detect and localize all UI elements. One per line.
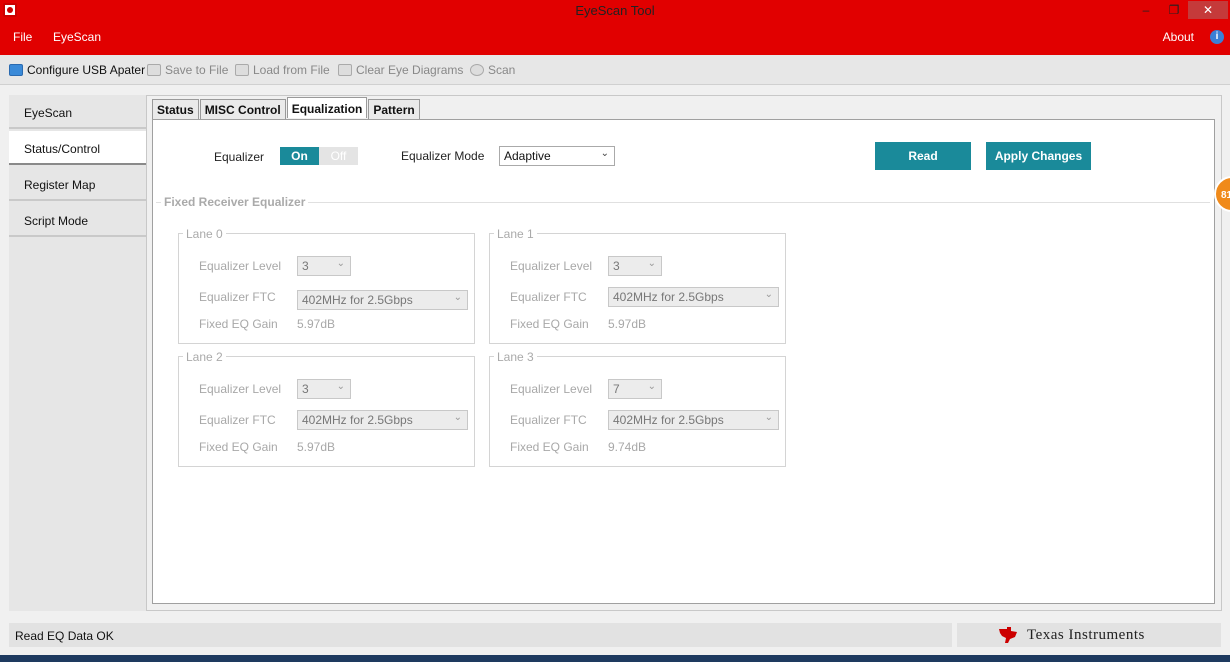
lane-0-level-select[interactable]: 3 ⌄: [297, 256, 351, 276]
lane-3-gain-value: 9.74dB: [608, 440, 647, 454]
lane-3-title: Lane 3: [494, 350, 537, 364]
lane-2-level-value: 3: [302, 382, 309, 396]
ti-branding: Texas Instruments: [957, 623, 1221, 647]
lane-2-ftc-label: Equalizer FTC: [199, 413, 276, 427]
save-to-file-button[interactable]: Save to File: [147, 63, 228, 77]
title-bar: EyeScan Tool – ❐ ✕: [0, 0, 1230, 21]
lane-1-gain-value: 5.97dB: [608, 317, 647, 331]
window-title: EyeScan Tool: [575, 3, 655, 18]
chevron-down-icon: ⌄: [764, 289, 773, 300]
chevron-down-icon: ⌄: [600, 148, 609, 159]
lane-3-level-value: 7: [613, 382, 620, 396]
lane-2-gain-value: 5.97dB: [297, 440, 336, 454]
equalizer-off[interactable]: Off: [319, 147, 358, 165]
clear-label: Clear Eye Diagrams: [356, 63, 464, 77]
lane-0-level-value: 3: [302, 259, 309, 273]
lane-2-level-label: Equalizer Level: [199, 382, 282, 396]
configure-usb-label: Configure USB Apater: [27, 63, 146, 77]
status-bar: Read EQ Data OK: [9, 623, 952, 647]
chevron-down-icon: ⌄: [647, 258, 656, 269]
os-taskbar: [0, 655, 1230, 662]
save-label: Save to File: [165, 63, 229, 77]
info-icon[interactable]: i: [1210, 30, 1224, 44]
lane-2-title: Lane 2: [183, 350, 226, 364]
menu-eyescan[interactable]: EyeScan: [53, 30, 101, 44]
restore-button[interactable]: ❐: [1160, 1, 1188, 19]
tab-status[interactable]: Status: [152, 99, 199, 119]
toolbar: Configure USB Apater Save to File Load f…: [0, 55, 1230, 85]
tab-misc-control[interactable]: MISC Control: [199, 99, 286, 119]
lane-2-gain-label: Fixed EQ Gain: [199, 440, 278, 454]
lane-1-level-value: 3: [613, 259, 620, 273]
lane-0-level-label: Equalizer Level: [199, 259, 282, 273]
chevron-down-icon: ⌄: [647, 381, 656, 392]
read-button[interactable]: Read: [875, 142, 971, 170]
lane-0-ftc-select[interactable]: 402MHz for 2.5Gbps ⌄: [297, 290, 468, 310]
scan-button[interactable]: Scan: [470, 63, 515, 77]
save-icon: [147, 64, 161, 76]
usb-adapter-icon: [9, 64, 23, 76]
equalizer-mode-label: Equalizer Mode: [401, 149, 485, 163]
eraser-icon: [338, 64, 352, 76]
apply-changes-button[interactable]: Apply Changes: [986, 142, 1091, 170]
about-link[interactable]: About: [1163, 30, 1194, 44]
menu-bar: File EyeScan About i: [0, 21, 1230, 55]
lane-1-title: Lane 1: [494, 227, 537, 241]
ti-logo-icon: [999, 627, 1017, 643]
fixed-receiver-equalizer-title: Fixed Receiver Equalizer: [161, 195, 309, 209]
lane-1-ftc-select[interactable]: 402MHz for 2.5Gbps ⌄: [608, 287, 779, 307]
ti-brand-name: Texas Instruments: [1027, 627, 1145, 643]
tab-pattern[interactable]: Pattern: [368, 99, 420, 119]
lane-3-ftc-label: Equalizer FTC: [510, 413, 587, 427]
lane-0-title: Lane 0: [183, 227, 226, 241]
equalizer-mode-select[interactable]: Adaptive ⌄: [499, 146, 615, 166]
equalizer-on[interactable]: On: [280, 147, 319, 165]
lane-1-ftc-value: 402MHz for 2.5Gbps: [613, 290, 724, 304]
lane-3-gain-label: Fixed EQ Gain: [510, 440, 589, 454]
load-label: Load from File: [253, 63, 330, 77]
nav-item-eyescan[interactable]: EyeScan: [9, 95, 146, 129]
load-from-file-button[interactable]: Load from File: [235, 63, 330, 77]
tab-strip: Status MISC Control Equalization Pattern: [152, 97, 421, 119]
lane-3-ftc-value: 402MHz for 2.5Gbps: [613, 413, 724, 427]
equalizer-label: Equalizer: [214, 150, 265, 164]
nav-item-status-control[interactable]: Status/Control: [9, 131, 146, 165]
chevron-down-icon: ⌄: [336, 381, 345, 392]
tab-equalization[interactable]: Equalization: [286, 97, 368, 118]
lane-3-level-label: Equalizer Level: [510, 382, 593, 396]
left-nav: EyeScan Status/Control Register Map Scri…: [9, 95, 146, 611]
equalizer-mode-value: Adaptive: [504, 149, 551, 163]
lane-0-ftc-label: Equalizer FTC: [199, 290, 276, 304]
lane-1-level-select[interactable]: 3 ⌄: [608, 256, 662, 276]
equalizer-toggle[interactable]: On Off: [280, 147, 358, 165]
menu-file[interactable]: File: [13, 30, 32, 44]
chevron-down-icon: ⌄: [336, 258, 345, 269]
configure-usb-button[interactable]: Configure USB Apater: [9, 63, 145, 77]
chevron-down-icon: ⌄: [764, 412, 773, 423]
lane-2-ftc-value: 402MHz for 2.5Gbps: [302, 413, 413, 427]
chevron-down-icon: ⌄: [453, 412, 462, 423]
lane-0-gain-value: 5.97dB: [297, 317, 336, 331]
scan-label: Scan: [488, 63, 516, 77]
minimize-button[interactable]: –: [1132, 1, 1160, 19]
lane-1-ftc-label: Equalizer FTC: [510, 290, 587, 304]
close-button[interactable]: ✕: [1188, 1, 1228, 19]
play-icon: [470, 64, 484, 76]
lane-3-ftc-select[interactable]: 402MHz for 2.5Gbps ⌄: [608, 410, 779, 430]
lane-2-ftc-select[interactable]: 402MHz for 2.5Gbps ⌄: [297, 410, 468, 430]
lane-3-level-select[interactable]: 7 ⌄: [608, 379, 662, 399]
lane-1-level-label: Equalizer Level: [510, 259, 593, 273]
lane-0-gain-label: Fixed EQ Gain: [199, 317, 278, 331]
clear-eye-diagrams-button[interactable]: Clear Eye Diagrams: [338, 63, 463, 77]
lane-0-ftc-value: 402MHz for 2.5Gbps: [302, 293, 413, 307]
lane-2-level-select[interactable]: 3 ⌄: [297, 379, 351, 399]
nav-item-register-map[interactable]: Register Map: [9, 167, 146, 201]
chevron-down-icon: ⌄: [453, 292, 462, 303]
nav-item-script-mode[interactable]: Script Mode: [9, 203, 146, 237]
folder-icon: [235, 64, 249, 76]
lane-1-gain-label: Fixed EQ Gain: [510, 317, 589, 331]
